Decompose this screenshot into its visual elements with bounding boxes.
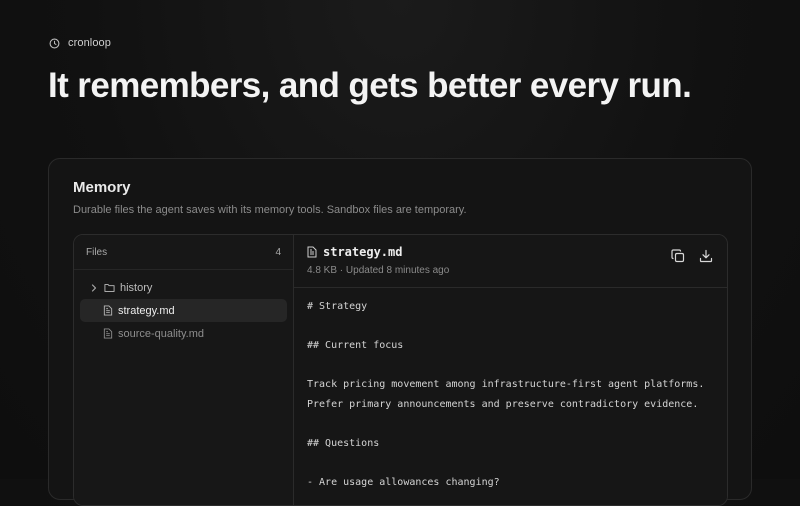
content-line bbox=[307, 453, 717, 473]
viewer-actions bbox=[671, 249, 713, 263]
content-line: - Are usage allowances changing? bbox=[307, 476, 500, 488]
file-strategy-md[interactable]: strategy.md bbox=[80, 299, 287, 322]
viewer-file-name: strategy.md bbox=[323, 245, 403, 259]
content-line bbox=[307, 356, 717, 376]
file-viewer: strategy.md 4.8 KB · Updated 8 minutes a… bbox=[294, 235, 727, 505]
brand-name: cronloop bbox=[68, 37, 111, 49]
file-text-icon bbox=[307, 246, 317, 258]
folder-label: history bbox=[120, 281, 153, 294]
file-text-icon bbox=[103, 328, 113, 339]
memory-card: Memory Durable files the agent saves wit… bbox=[48, 158, 752, 506]
content-line: Track pricing movement among infrastruct… bbox=[307, 379, 705, 390]
hero-title: It remembers, and gets better every run. bbox=[48, 66, 692, 105]
folder-icon bbox=[104, 283, 115, 292]
brand: cronloop bbox=[49, 37, 111, 49]
viewer-header: strategy.md 4.8 KB · Updated 8 minutes a… bbox=[294, 235, 727, 288]
files-pane: Files 4 history strategy.md source-quali… bbox=[74, 235, 294, 505]
content-line: Prefer primary announcements and preserv… bbox=[307, 398, 699, 410]
file-source-quality-md[interactable]: source-quality.md bbox=[80, 322, 287, 345]
content-line bbox=[307, 414, 717, 434]
folder-history[interactable]: history bbox=[80, 276, 287, 299]
download-icon[interactable] bbox=[699, 249, 713, 263]
memory-title: Memory bbox=[73, 179, 131, 196]
copy-button[interactable] bbox=[671, 249, 685, 263]
content-line: ## Current focus bbox=[307, 340, 404, 351]
clock-icon bbox=[49, 38, 60, 48]
memory-file-browser: Files 4 history strategy.md source-quali… bbox=[73, 234, 728, 506]
file-content: # Strategy ## Current focus Track pricin… bbox=[307, 297, 717, 492]
file-label: strategy.md bbox=[118, 304, 175, 317]
file-tree: history strategy.md source-quality.md bbox=[74, 270, 293, 345]
download-button[interactable] bbox=[699, 249, 713, 263]
chevron-right-icon[interactable] bbox=[90, 283, 98, 292]
content-line bbox=[307, 317, 717, 337]
files-header: Files 4 bbox=[74, 235, 293, 270]
content-line: ## Questions bbox=[307, 437, 380, 449]
files-label: Files bbox=[86, 246, 108, 258]
file-label: source-quality.md bbox=[118, 327, 204, 340]
viewer-file-meta: 4.8 KB · Updated 8 minutes ago bbox=[307, 265, 450, 276]
copy-icon[interactable] bbox=[671, 249, 685, 263]
viewer-title: strategy.md bbox=[307, 245, 402, 259]
files-count: 4 bbox=[275, 246, 281, 258]
file-text-icon bbox=[103, 305, 113, 316]
memory-description: Durable files the agent saves with its m… bbox=[73, 204, 467, 216]
content-line: # Strategy bbox=[307, 301, 368, 312]
